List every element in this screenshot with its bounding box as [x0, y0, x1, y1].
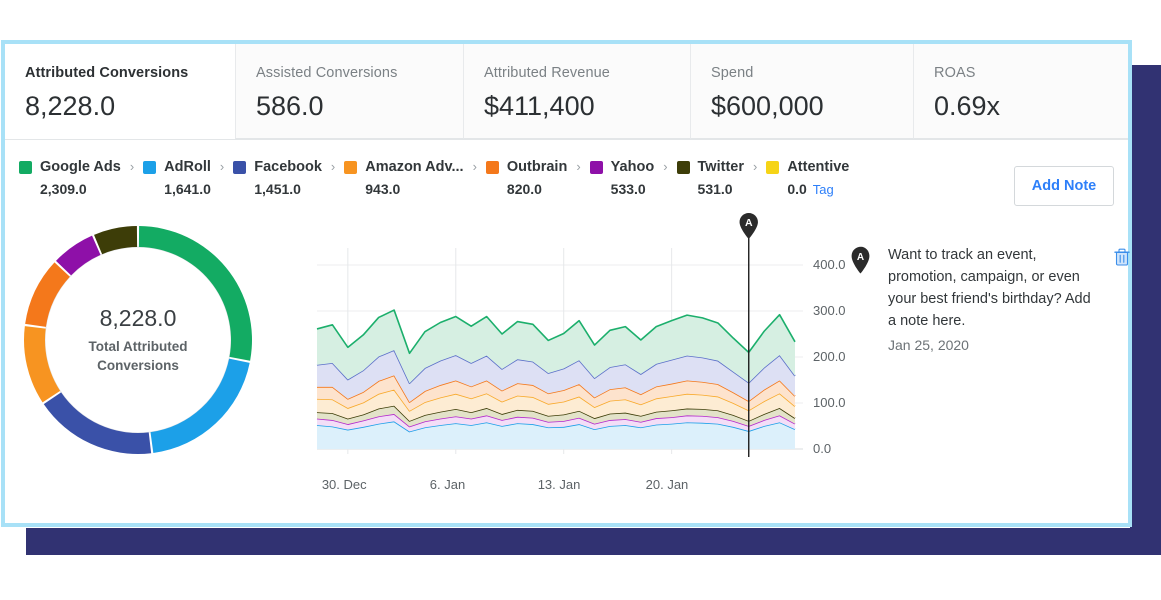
legend-item-value: 1,451.0	[254, 181, 301, 197]
legend-separator-chevron-icon: ›	[129, 159, 135, 174]
legend-item-value: 533.0	[610, 181, 646, 197]
note-date: Jan 25, 2020	[888, 337, 969, 353]
dashboard-body: 8,228.0 Total Attributed Conversions A 3…	[5, 212, 1130, 522]
kpi-metric-strip: Attributed Conversions 8,228.0 Assisted Co…	[5, 44, 1128, 140]
x-axis-tick-label: 20. Jan	[645, 477, 689, 492]
legend-color-swatch	[676, 160, 690, 174]
note-body: Want to track an event, promotion, campa…	[888, 244, 1130, 356]
donut-slice-outbrain[interactable]	[25, 262, 70, 327]
legend-item-label: Outbrain	[506, 159, 568, 175]
kpi-value: 8,228.0	[25, 91, 116, 121]
kpi-value: 586.0	[256, 91, 324, 121]
legend-item-amazon-adv[interactable]: Amazon Adv... 943.0	[344, 158, 464, 197]
kpi-card-attributed-conversions[interactable]: Attributed Conversions 8,228.0	[5, 44, 235, 139]
legend-item-label: Attentive	[787, 159, 850, 175]
donut-slice-google-ads[interactable]	[138, 226, 252, 361]
legend-item-outbrain[interactable]: Outbrain 820.0	[485, 158, 568, 197]
channel-legend: Google Ads 2,309.0 › AdRoll 1,641.0 › Facebook…	[19, 158, 1128, 197]
legend-item-label: Amazon Adv...	[365, 159, 464, 175]
legend-item-label: Google Ads	[40, 159, 121, 175]
y-axis-tick-label: 300.0	[813, 303, 846, 318]
legend-color-swatch	[233, 160, 247, 174]
kpi-label: Assisted Conversions	[256, 65, 398, 81]
y-axis-tick-label: 400.0	[813, 257, 846, 272]
legend-item-value: 0.0 Tag	[787, 181, 834, 197]
legend-color-swatch	[485, 160, 499, 174]
y-axis-tick-label: 100.0	[813, 395, 846, 410]
x-axis-tick-label: 6. Jan	[429, 477, 466, 492]
x-axis-tick-label: 13. Jan	[537, 477, 581, 492]
kpi-label: Spend	[711, 65, 754, 81]
note-text: Want to track an event, promotion, campa…	[888, 247, 1091, 329]
legend-item-value: 2,309.0	[40, 181, 87, 197]
legend-separator-chevron-icon: ›	[219, 159, 225, 174]
area-chart-svg: A	[316, 213, 803, 457]
legend-item-twitter[interactable]: Twitter 531.0	[676, 158, 744, 197]
legend-color-swatch	[766, 160, 780, 174]
add-note-button[interactable]: Add Note	[1014, 166, 1114, 206]
dashboard-card: Attributed Conversions 8,228.0 Assisted Co…	[1, 40, 1132, 527]
legend-item-value: 820.0	[506, 181, 542, 197]
legend-separator-chevron-icon: ›	[330, 159, 336, 174]
kpi-card-roas[interactable]: ROAS 0.69x	[913, 44, 1128, 139]
kpi-card-attributed-revenue[interactable]: Attributed Revenue $411,400	[463, 44, 690, 139]
kpi-label: ROAS	[934, 65, 976, 81]
legend-color-swatch	[19, 160, 32, 174]
kpi-card-spend[interactable]: Spend $600,000	[690, 44, 913, 139]
legend-item-value: 1,641.0	[164, 181, 211, 197]
legend-item-attentive[interactable]: Attentive 0.0 Tag	[766, 158, 849, 197]
kpi-value: 0.69x	[934, 91, 1001, 121]
legend-separator-chevron-icon: ›	[576, 159, 581, 174]
legend-item-value: 943.0	[365, 181, 401, 197]
stacked-area-chart[interactable]: A	[305, 212, 835, 482]
legend-item-yahoo[interactable]: Yahoo 533.0	[589, 158, 655, 197]
note-card: A Want to track an event, promotion, cam…	[850, 244, 1130, 356]
legend-item-label: Yahoo	[610, 159, 655, 175]
legend-item-label: Twitter	[697, 159, 744, 175]
svg-text:A: A	[857, 252, 864, 263]
svg-text:A: A	[745, 217, 753, 229]
legend-color-swatch	[143, 160, 157, 174]
kpi-label: Attributed Conversions	[25, 65, 189, 81]
channel-legend-row: Google Ads 2,309.0 › AdRoll 1,641.0 › Facebook…	[5, 140, 1128, 212]
legend-separator-chevron-icon: ›	[472, 159, 477, 174]
y-axis-tick-label: 0.0	[813, 441, 832, 456]
legend-separator-chevron-icon: ›	[752, 159, 758, 174]
kpi-label: Attributed Revenue	[484, 65, 610, 81]
legend-separator-chevron-icon: ›	[663, 159, 668, 174]
decorative-navy-panel-bottom	[26, 528, 1161, 555]
donut-slice-adroll[interactable]	[150, 358, 250, 453]
donut-slice-yahoo[interactable]	[55, 235, 101, 276]
donut-svg	[23, 226, 252, 454]
legend-color-swatch	[589, 160, 603, 174]
note-marker-pin-icon: A	[851, 246, 870, 274]
donut-slice-amazon-adv[interactable]	[23, 326, 61, 403]
legend-item-adroll[interactable]: AdRoll 1,641.0	[143, 158, 211, 197]
legend-item-value: 531.0	[697, 181, 733, 197]
legend-item-google-ads[interactable]: Google Ads 2,309.0	[19, 158, 121, 197]
kpi-value: $411,400	[484, 91, 595, 121]
legend-color-swatch	[344, 160, 358, 174]
delete-note-trash-icon[interactable]	[1114, 248, 1130, 266]
decorative-navy-panel-right	[1130, 65, 1161, 528]
y-axis-tick-label: 200.0	[813, 349, 846, 364]
kpi-card-assisted-conversions[interactable]: Assisted Conversions 586.0	[235, 44, 463, 139]
chart-annotation-pin-icon[interactable]: A	[739, 213, 758, 239]
legend-item-label: AdRoll	[164, 159, 211, 175]
legend-item-label: Facebook	[254, 159, 322, 175]
x-axis-tick-label: 30. Dec	[321, 477, 367, 492]
chart-x-axis: 30. Dec 6. Jan 13. Jan 20. Jan	[305, 452, 835, 492]
conversions-donut-chart[interactable]: 8,228.0 Total Attributed Conversions	[16, 218, 260, 462]
legend-item-facebook[interactable]: Facebook 1,451.0	[233, 158, 322, 197]
kpi-value: $600,000	[711, 91, 824, 121]
legend-tag-link[interactable]: Tag	[813, 182, 834, 197]
dashboard-screen: Attributed Conversions 8,228.0 Assisted Co…	[0, 0, 1161, 600]
